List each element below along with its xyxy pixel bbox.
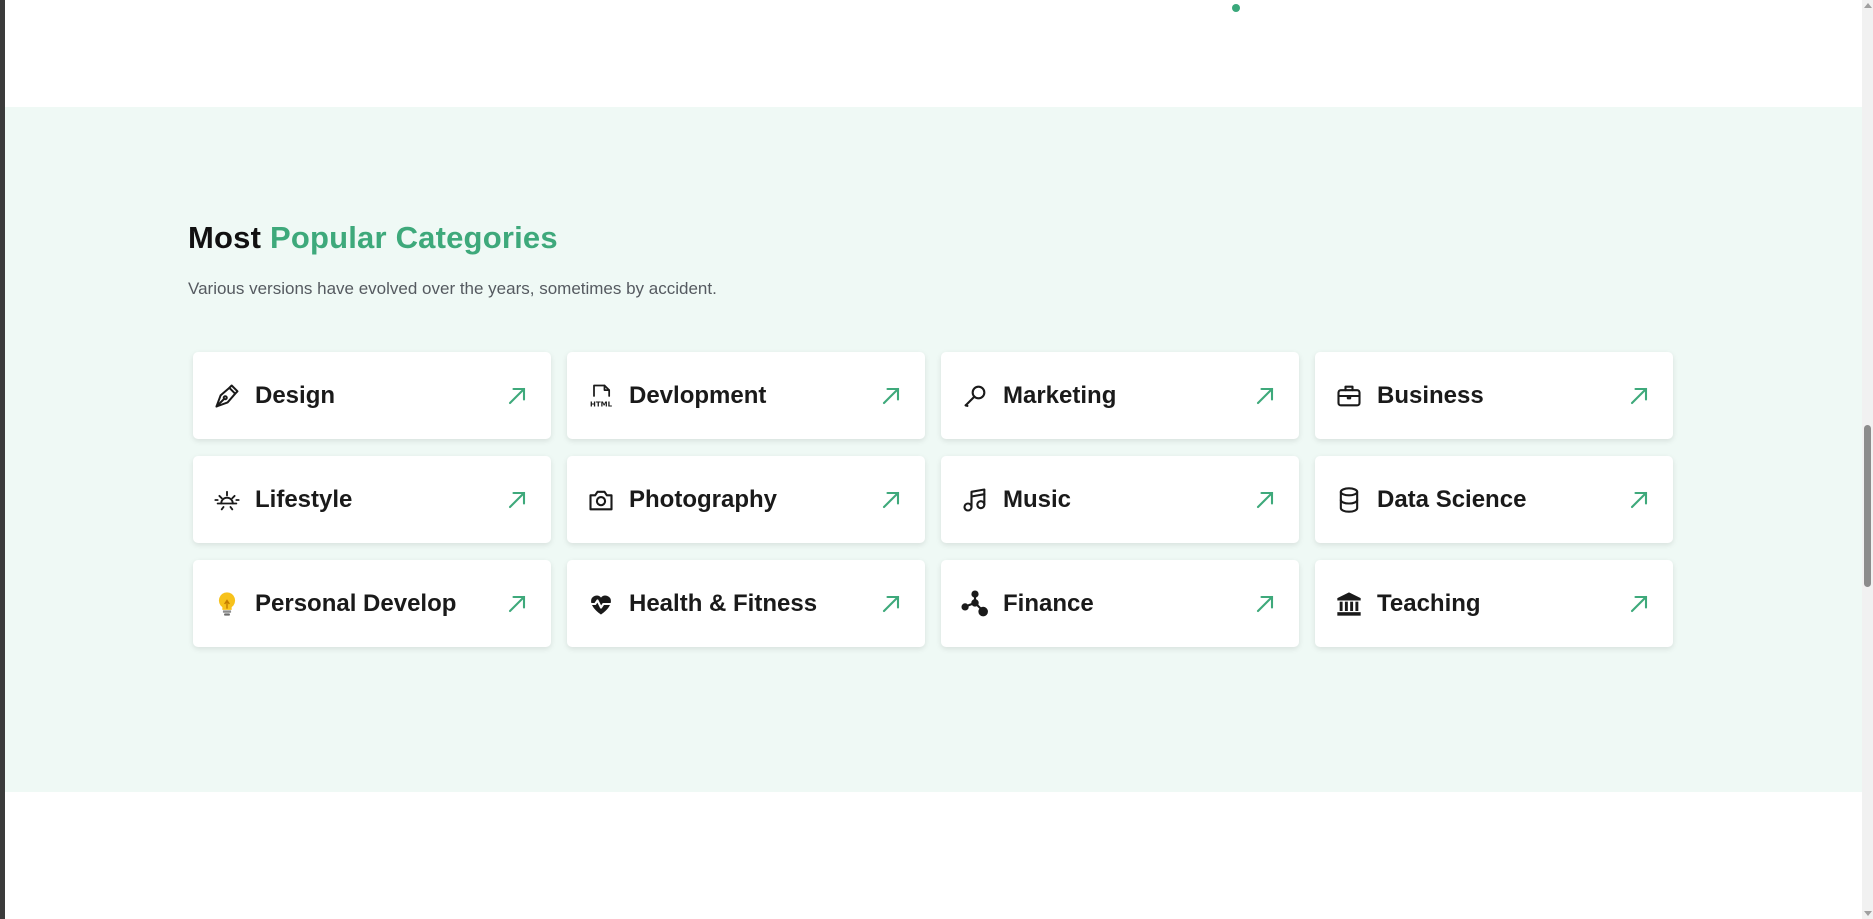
carousel-indicator-dot[interactable] bbox=[1232, 4, 1240, 12]
category-label: Teaching bbox=[1377, 589, 1481, 617]
category-card-finance[interactable]: Finance bbox=[941, 560, 1299, 647]
arrow-up-right-icon bbox=[877, 382, 905, 410]
category-label: Health & Fitness bbox=[629, 589, 818, 617]
html-file-icon: HTML bbox=[585, 380, 617, 412]
category-label: Photography bbox=[629, 485, 777, 513]
category-label: Music bbox=[1003, 485, 1072, 513]
microphone-icon bbox=[959, 380, 991, 412]
heading-accent: Popular Categories bbox=[269, 220, 558, 255]
arrow-up-right-icon bbox=[1251, 382, 1279, 410]
arrow-up-right-icon bbox=[1251, 590, 1279, 618]
page-viewport: Most Popular Categories Various versions… bbox=[0, 0, 1873, 919]
scroll-down-arrow-icon[interactable] bbox=[1864, 911, 1872, 916]
lightbulb-icon bbox=[211, 588, 243, 620]
heading-prefix: Most bbox=[188, 220, 262, 255]
arrow-up-right-icon bbox=[1625, 590, 1653, 618]
pen-nib-icon bbox=[211, 380, 243, 412]
category-card-health-fitness[interactable]: Health & Fitness bbox=[567, 560, 925, 647]
section-heading: Most Popular Categories bbox=[188, 220, 558, 256]
arrow-up-right-icon bbox=[503, 382, 531, 410]
category-card-marketing[interactable]: Marketing bbox=[941, 352, 1299, 439]
arrow-up-right-icon bbox=[1625, 382, 1653, 410]
arrow-up-right-icon bbox=[503, 486, 531, 514]
category-label: Business bbox=[1377, 381, 1484, 409]
arrow-up-right-icon bbox=[877, 590, 905, 618]
arrow-up-right-icon bbox=[1625, 486, 1653, 514]
sunrise-icon bbox=[211, 484, 243, 516]
category-card-design[interactable]: Design bbox=[193, 352, 551, 439]
database-icon bbox=[1333, 484, 1365, 516]
category-card-photography[interactable]: Photography bbox=[567, 456, 925, 543]
category-card-personal-develop[interactable]: Personal Develop bbox=[193, 560, 551, 647]
category-label: Devlopment bbox=[629, 381, 767, 409]
category-grid: Design HTML Devlopment Marketing Busines… bbox=[193, 352, 1673, 647]
svg-text:HTML: HTML bbox=[590, 400, 613, 408]
arrow-up-right-icon bbox=[1251, 486, 1279, 514]
category-label: Lifestyle bbox=[255, 485, 353, 513]
category-card-music[interactable]: Music bbox=[941, 456, 1299, 543]
category-label: Personal Develop bbox=[255, 589, 457, 617]
category-label: Finance bbox=[1003, 589, 1094, 617]
category-label: Marketing bbox=[1003, 381, 1117, 409]
institution-icon bbox=[1333, 588, 1365, 620]
category-label: Data Science bbox=[1377, 485, 1527, 513]
arrow-up-right-icon bbox=[503, 590, 531, 618]
section-subtitle: Various versions have evolved over the y… bbox=[188, 279, 717, 298]
category-card-business[interactable]: Business bbox=[1315, 352, 1673, 439]
category-card-teaching[interactable]: Teaching bbox=[1315, 560, 1673, 647]
category-card-data-science[interactable]: Data Science bbox=[1315, 456, 1673, 543]
heartbeat-icon bbox=[585, 588, 617, 620]
category-label: Design bbox=[255, 381, 336, 409]
scrollbar-thumb[interactable] bbox=[1864, 425, 1871, 587]
music-note-icon bbox=[959, 484, 991, 516]
scroll-up-arrow-icon[interactable] bbox=[1864, 3, 1872, 8]
camera-icon bbox=[585, 484, 617, 516]
category-card-lifestyle[interactable]: Lifestyle bbox=[193, 456, 551, 543]
briefcase-icon bbox=[1333, 380, 1365, 412]
category-card-development[interactable]: HTML Devlopment bbox=[567, 352, 925, 439]
arrow-up-right-icon bbox=[877, 486, 905, 514]
network-nodes-icon bbox=[959, 588, 991, 620]
vertical-scrollbar[interactable] bbox=[1862, 0, 1873, 919]
